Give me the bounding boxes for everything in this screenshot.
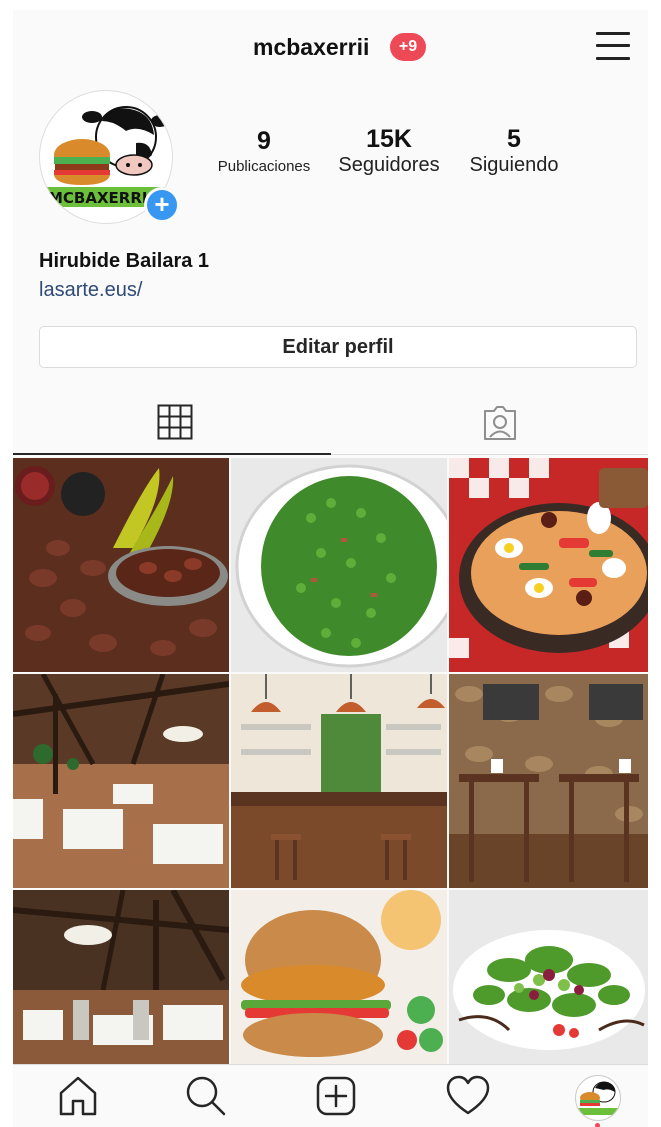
profile-avatar-icon[interactable] (575, 1075, 621, 1121)
top-bar: mcbaxerrii +9 (13, 10, 648, 82)
tab-grid[interactable] (13, 400, 331, 456)
posts-label: Publicaciones (217, 158, 311, 175)
tab-divider (331, 454, 648, 455)
stat-posts[interactable]: 9 Publicaciones (207, 126, 321, 178)
edit-profile-button[interactable]: Editar perfil (39, 326, 637, 368)
following-count: 5 (507, 125, 521, 153)
add-post-icon[interactable] (311, 1073, 361, 1119)
following-label: Siguiendo (469, 154, 559, 176)
profile-screen: mcbaxerrii +9 MCBAXERRI + 9 Publicacione… (13, 10, 648, 1127)
avatar-logo-text: MCBAXERRI (48, 189, 147, 207)
post-thumbnail[interactable] (449, 458, 648, 672)
stat-followers[interactable]: 15K Seguidores (331, 124, 447, 176)
active-tab-indicator (13, 453, 331, 455)
search-icon[interactable] (181, 1073, 231, 1119)
post-thumbnail[interactable] (13, 674, 229, 888)
plus-icon[interactable]: + (144, 187, 180, 223)
grid-icon (157, 404, 193, 440)
post-thumbnail[interactable] (449, 890, 648, 1064)
post-thumbnail[interactable] (449, 674, 648, 888)
post-thumbnail[interactable] (231, 890, 447, 1064)
post-thumbnail[interactable] (13, 890, 229, 1064)
website-link[interactable]: lasarte.eus/ (39, 279, 142, 302)
activity-dot (595, 1123, 600, 1127)
followers-label: Seguidores (338, 154, 440, 176)
heart-icon[interactable] (443, 1073, 493, 1119)
post-thumbnail[interactable] (231, 458, 447, 672)
tagged-person-icon (484, 406, 516, 440)
post-thumbnail[interactable] (13, 458, 229, 672)
username-title[interactable]: mcbaxerrii (253, 34, 369, 61)
bottom-navigation (13, 1064, 648, 1127)
home-icon[interactable] (53, 1073, 103, 1119)
post-thumbnail[interactable] (231, 674, 447, 888)
tab-tagged[interactable] (331, 400, 648, 456)
notification-badge[interactable]: +9 (390, 33, 426, 61)
stat-following[interactable]: 5 Siguiendo (462, 124, 566, 176)
profile-name: Hirubide Bailara 1 (39, 250, 210, 272)
posts-count: 9 (257, 127, 271, 155)
hamburger-menu-icon[interactable] (596, 31, 630, 61)
followers-count: 15K (366, 125, 412, 153)
